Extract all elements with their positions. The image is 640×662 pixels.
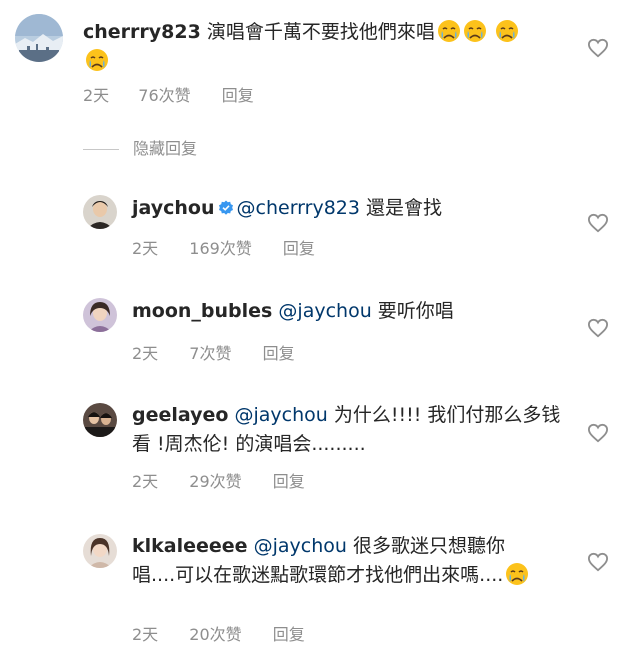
comment-meta: 2天 29次赞 回复 bbox=[132, 468, 305, 492]
reply-button[interactable]: 回复 bbox=[273, 621, 305, 645]
likes-count[interactable]: 20次赞 bbox=[189, 621, 241, 645]
like-heart-icon[interactable] bbox=[587, 423, 609, 443]
mention-link[interactable]: @jaychou bbox=[254, 535, 347, 557]
comment-jaychou: jaychou @cherrry823 還是會找 2天 169次赞 回复 bbox=[0, 185, 640, 265]
emoji-crying-face-icon bbox=[461, 20, 487, 43]
comment-cherrry823: cherrry823 演唱會千萬不要找他們來唱 2天 76次赞 回复 bbox=[0, 0, 640, 110]
username-link[interactable]: moon_bubles bbox=[132, 300, 272, 322]
divider bbox=[83, 149, 119, 150]
mention-link[interactable]: @jaychou bbox=[278, 300, 371, 322]
mention-link[interactable]: @cherrry823 bbox=[237, 197, 360, 219]
reply-button[interactable]: 回复 bbox=[273, 468, 305, 492]
emoji-crying-face-icon bbox=[503, 563, 529, 586]
comment-text: moon_bubles @jaychou 要听你唱 bbox=[132, 297, 552, 326]
likes-count[interactable]: 169次赞 bbox=[189, 235, 252, 259]
comment-moon-bubles: moon_bubles @jaychou 要听你唱 2天 7次赞 回复 bbox=[0, 290, 640, 370]
comment-meta: 2天 7次赞 回复 bbox=[132, 340, 295, 364]
avatar[interactable] bbox=[83, 534, 117, 568]
avatar[interactable] bbox=[83, 403, 117, 437]
comment-body: 還是會找 bbox=[366, 197, 443, 219]
likes-count[interactable]: 76次赞 bbox=[138, 82, 190, 106]
mention-link[interactable]: @jaychou bbox=[235, 404, 328, 426]
emoji-crying-face-icon bbox=[435, 20, 461, 43]
username-link[interactable]: cherrry823 bbox=[83, 21, 201, 43]
verified-badge-icon bbox=[215, 197, 237, 219]
comment-klkaleeeee: klkaleeeee @jaychou 很多歌迷只想聽你唱....可以在歌迷點歌… bbox=[0, 528, 640, 662]
comment-body: 要听你唱 bbox=[377, 300, 454, 322]
emoji-crying-face-icon bbox=[493, 20, 519, 43]
timestamp: 2天 bbox=[132, 239, 159, 258]
username-link[interactable]: klkaleeeee bbox=[132, 535, 248, 557]
comment-text: cherrry823 演唱會千萬不要找他們來唱 bbox=[83, 18, 523, 76]
comment-meta: 2天 76次赞 回复 bbox=[83, 82, 254, 106]
comment-geelayeo: geelayeo @jaychou 为什么!!!! 我们付那么多钱看 !周杰伦!… bbox=[0, 395, 640, 495]
reply-button[interactable]: 回复 bbox=[263, 340, 295, 364]
timestamp: 2天 bbox=[132, 625, 159, 644]
comment-text: geelayeo @jaychou 为什么!!!! 我们付那么多钱看 !周杰伦!… bbox=[132, 401, 572, 459]
like-heart-icon[interactable] bbox=[587, 213, 609, 233]
timestamp: 2天 bbox=[132, 344, 159, 363]
reply-button[interactable]: 回复 bbox=[283, 235, 315, 259]
like-heart-icon[interactable] bbox=[587, 552, 609, 572]
likes-count[interactable]: 29次赞 bbox=[189, 468, 241, 492]
like-heart-icon[interactable] bbox=[587, 38, 609, 58]
likes-count[interactable]: 7次赞 bbox=[189, 340, 231, 364]
hide-replies-button[interactable]: 隐藏回复 bbox=[133, 136, 197, 162]
comment-body: 演唱會千萬不要找他們來唱 bbox=[206, 21, 435, 43]
username-link[interactable]: geelayeo bbox=[132, 404, 228, 426]
avatar[interactable] bbox=[15, 14, 63, 62]
reply-button[interactable]: 回复 bbox=[222, 82, 254, 106]
comment-meta: 2天 20次赞 回复 bbox=[132, 621, 305, 645]
avatar[interactable] bbox=[83, 298, 117, 332]
comment-text: klkaleeeee @jaychou 很多歌迷只想聽你唱....可以在歌迷點歌… bbox=[132, 532, 542, 590]
avatar[interactable] bbox=[83, 195, 117, 229]
timestamp: 2天 bbox=[83, 86, 110, 105]
username-link[interactable]: jaychou bbox=[132, 197, 215, 219]
comment-meta: 2天 169次赞 回复 bbox=[132, 235, 315, 259]
emoji-crying-face-icon bbox=[83, 49, 109, 72]
comment-text: jaychou @cherrry823 還是會找 bbox=[132, 194, 552, 223]
timestamp: 2天 bbox=[132, 472, 159, 491]
like-heart-icon[interactable] bbox=[587, 318, 609, 338]
